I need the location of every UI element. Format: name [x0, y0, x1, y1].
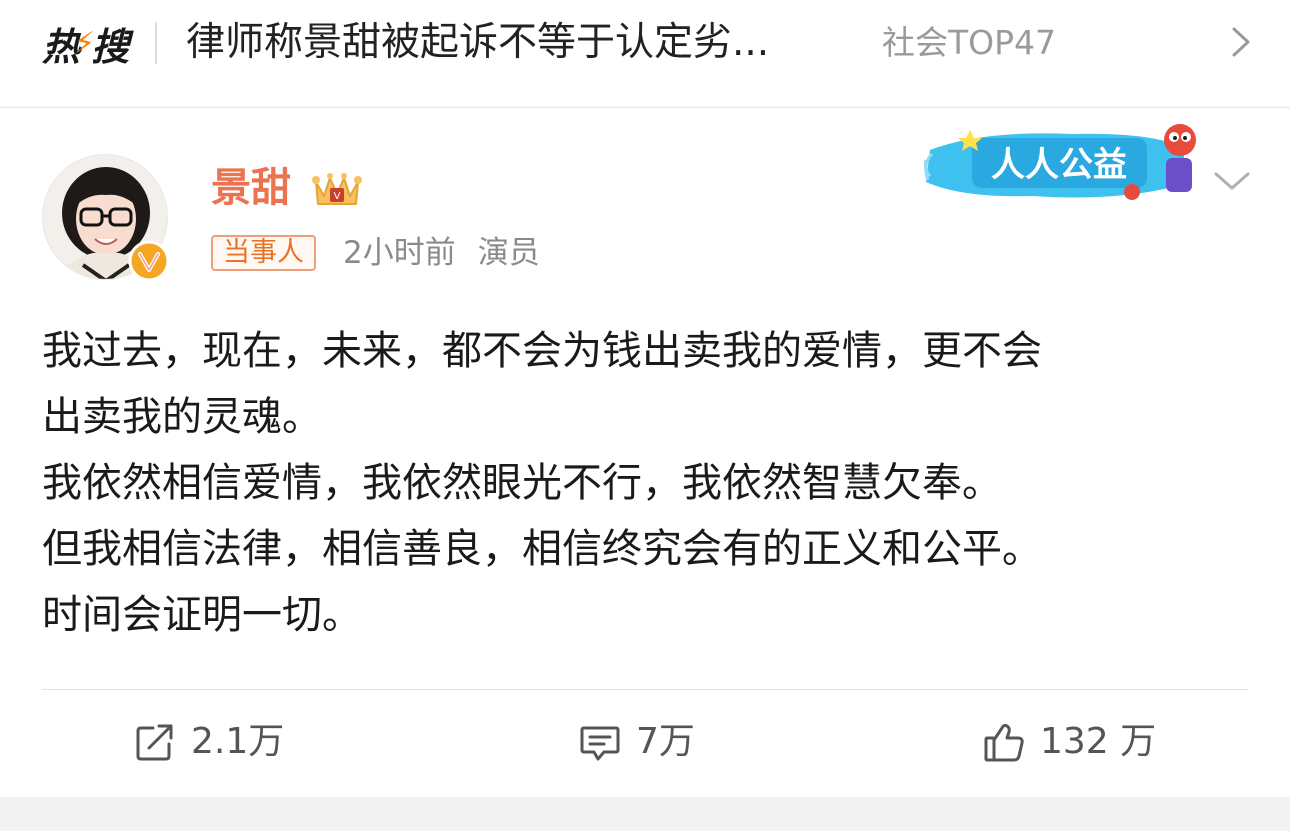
svg-text:V: V	[334, 191, 341, 202]
post-line: 我依然相信爱情，我依然眼光不行，我依然智慧欠奉。	[42, 460, 1002, 506]
comment-count: 7万	[636, 721, 695, 762]
comment-icon	[580, 726, 620, 761]
hot-search-rank: 社会TOP47	[882, 23, 1057, 62]
hot-logo-part2: 搜	[91, 24, 129, 69]
bottom-band	[0, 797, 1290, 831]
repost-button[interactable]: 2.1万	[133, 716, 284, 768]
hot-search-logo: 热 ⚡ 搜	[42, 18, 129, 69]
like-count: 132 万	[1040, 721, 1157, 762]
post-source: 演员	[477, 235, 540, 271]
post-line: 出卖我的灵魂。	[42, 394, 322, 440]
hot-logo-part1: 热	[42, 24, 80, 69]
divider	[155, 22, 157, 64]
post-line: 但我相信法律，相信善良，相信终究会有的正义和公平。	[42, 526, 1042, 572]
chevron-right-icon[interactable]	[1222, 24, 1258, 60]
repost-count: 2.1万	[191, 721, 285, 762]
charity-badge-icon[interactable]: 人人公益	[922, 120, 1202, 210]
charity-badge-text: 人人公益	[991, 145, 1127, 185]
like-button[interactable]: 132 万	[982, 716, 1156, 768]
verified-badge-icon	[128, 240, 170, 282]
chevron-down-icon[interactable]	[1212, 166, 1252, 196]
hot-search-title[interactable]: 律师称景甜被起诉不等于认定劣...	[186, 18, 769, 68]
thumbs-up-icon	[984, 723, 1024, 762]
crown-icon: V	[312, 173, 362, 205]
hot-search-bar[interactable]: 热 ⚡ 搜 律师称景甜被起诉不等于认定劣... 社会TOP47	[0, 0, 1290, 108]
post-time: 2小时前	[343, 235, 456, 271]
post-meta: 2小时前 演员	[343, 232, 540, 274]
post-line: 我过去，现在，未来，都不会为钱出卖我的爱情，更不会	[42, 328, 1042, 374]
party-tag: 当事人	[211, 235, 316, 271]
author-name[interactable]: 景甜	[211, 162, 291, 214]
divider	[42, 689, 1248, 690]
repost-icon	[136, 724, 173, 761]
post-line: 时间会证明一切。	[42, 592, 362, 638]
comment-button[interactable]: 7万	[578, 716, 695, 768]
post-content: 我过去，现在，未来，都不会为钱出卖我的爱情，更不会 出卖我的灵魂。 我依然相信爱…	[42, 318, 1252, 648]
